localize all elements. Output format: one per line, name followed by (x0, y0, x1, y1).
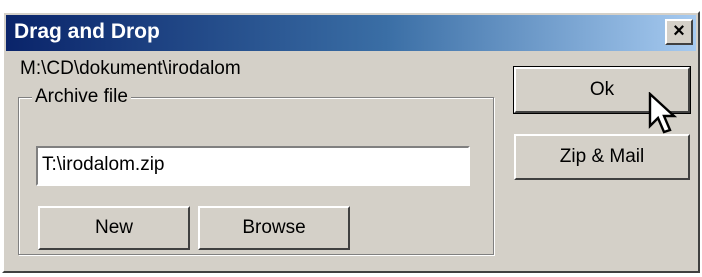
new-button[interactable]: New (38, 206, 190, 250)
arrow-pointer-icon (648, 92, 678, 134)
title-bar[interactable]: Drag and Drop × (6, 15, 696, 51)
close-icon: × (673, 20, 685, 42)
zip-and-mail-button[interactable]: Zip & Mail (514, 134, 690, 180)
archive-file-input[interactable]: T:\irodalom.zip (36, 146, 470, 186)
archive-file-group-label: Archive file (32, 86, 131, 108)
window-title: Drag and Drop (14, 20, 160, 43)
close-button[interactable]: × (665, 19, 693, 45)
browse-button[interactable]: Browse (198, 206, 350, 250)
source-path-label: M:\CD\dokument\irodalom (20, 58, 241, 79)
